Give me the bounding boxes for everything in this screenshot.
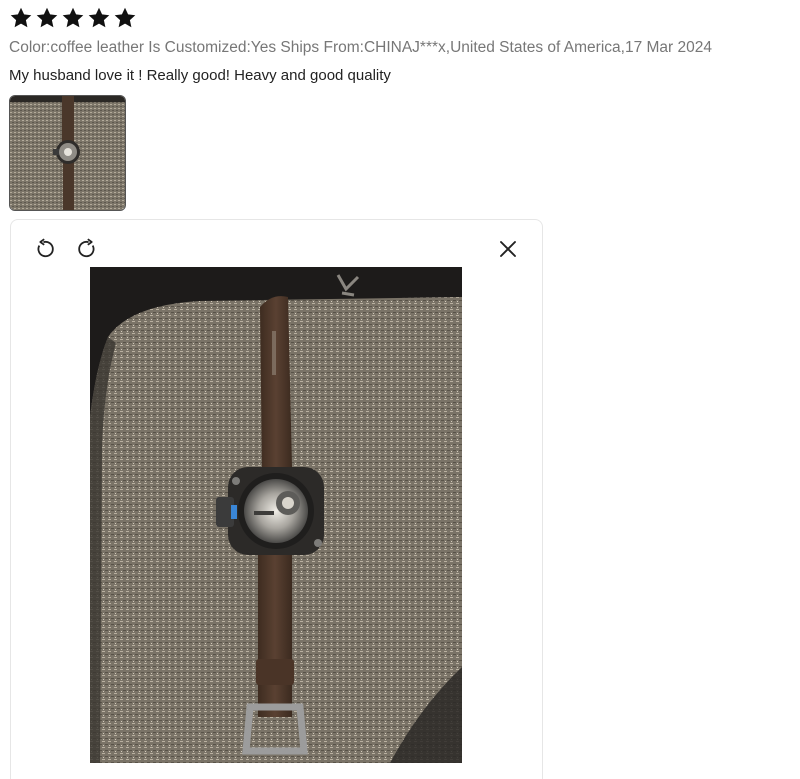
rotate-right-icon[interactable]: [75, 237, 99, 261]
star-icon: [35, 6, 59, 30]
review-photo-thumbnail[interactable]: [9, 95, 126, 211]
review-meta: Color:coffee leather Is Customized:Yes S…: [9, 39, 712, 56]
star-icon: [113, 6, 137, 30]
close-icon[interactable]: [496, 237, 520, 261]
star-icon: [9, 6, 33, 30]
star-icon: [61, 6, 85, 30]
review-comment: My husband love it ! Really good! Heavy …: [9, 67, 391, 84]
watch-photo-image: [90, 267, 462, 763]
review-item: Color:coffee leather Is Customized:Yes S…: [0, 0, 800, 779]
star-icon: [87, 6, 111, 30]
photo-viewer: [10, 219, 543, 779]
rotate-left-icon[interactable]: [33, 237, 57, 261]
watch-photo-thumbnail-image: [10, 96, 125, 210]
review-photo-large: [90, 267, 462, 763]
star-rating: [9, 6, 137, 30]
